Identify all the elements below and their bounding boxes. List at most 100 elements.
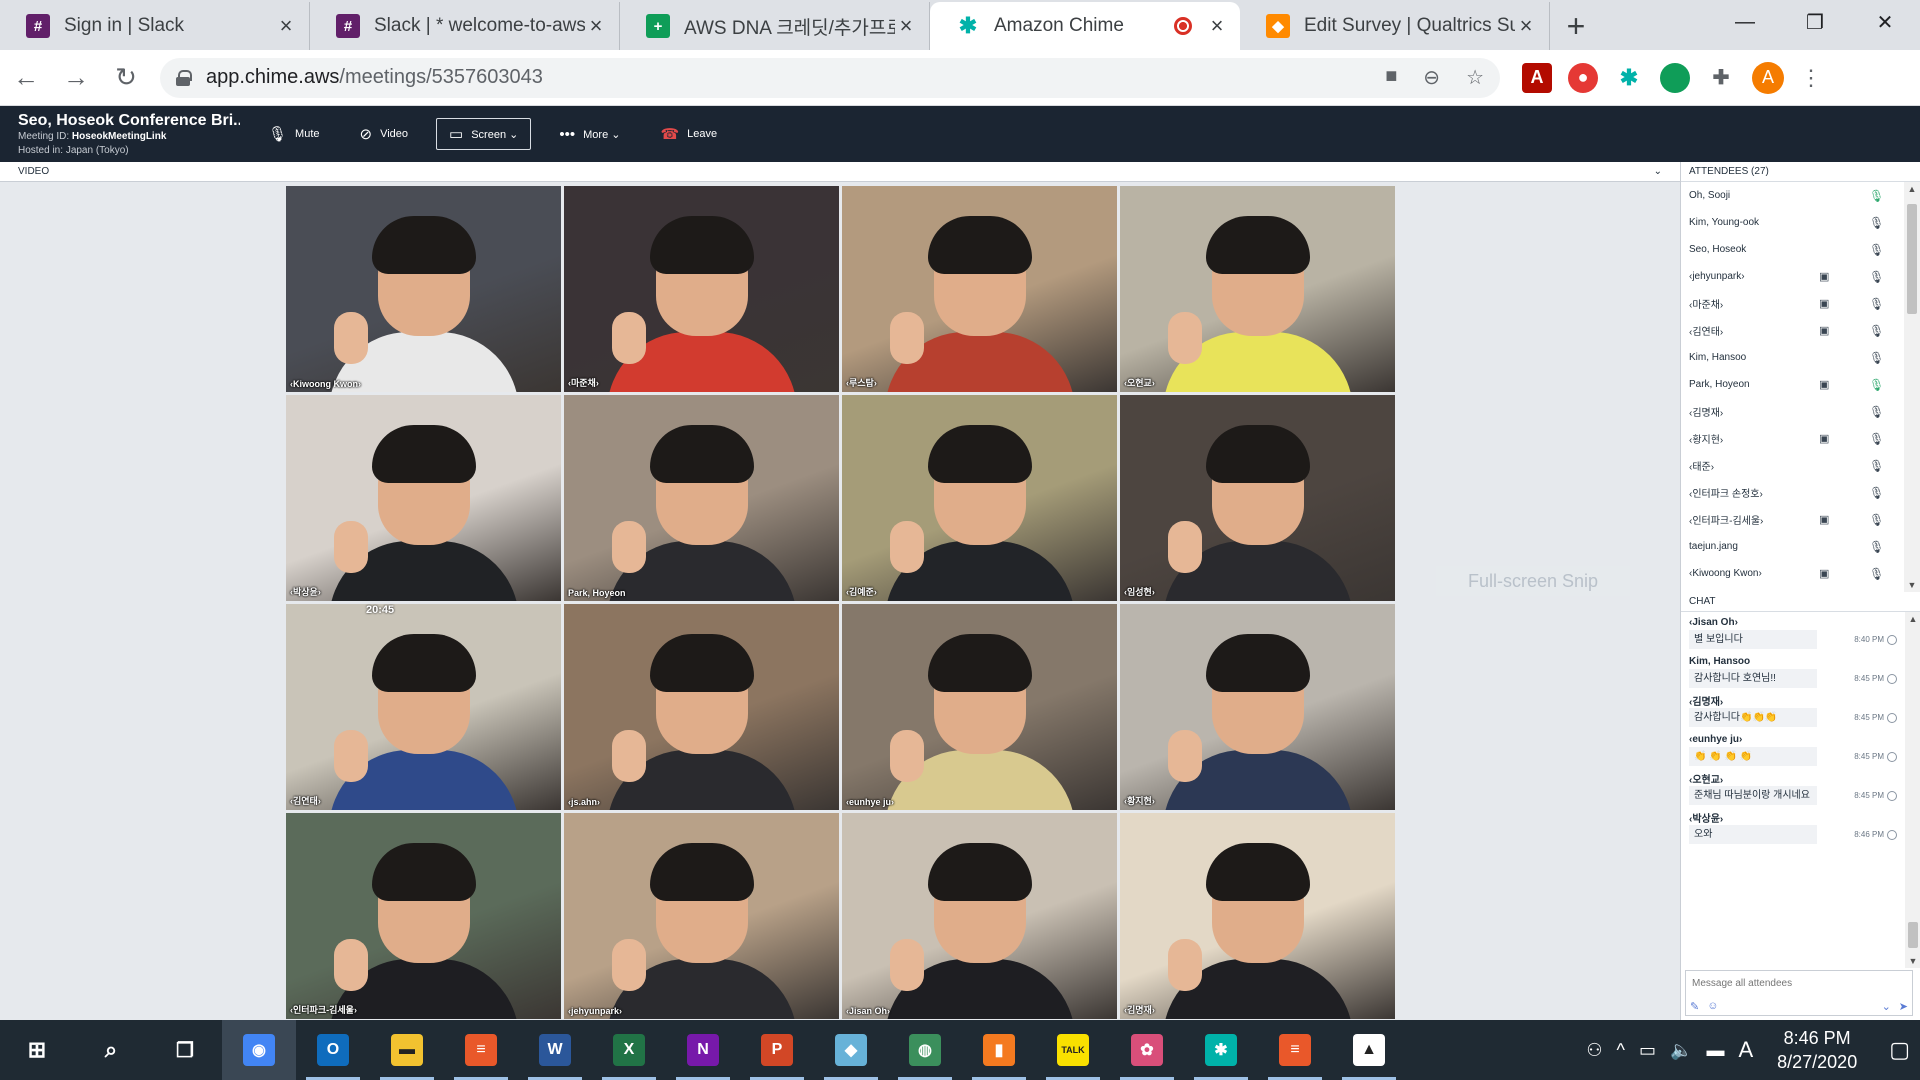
microphone-icon[interactable]: 🎙 [1869, 432, 1884, 446]
scroll-up-icon[interactable]: ▲ [1905, 614, 1920, 624]
taskbar-app[interactable]: ✿ [1110, 1020, 1184, 1080]
attendee-row[interactable]: Oh, Sooji 🎙 [1681, 182, 1920, 209]
microphone-icon[interactable]: 🎙 [1869, 459, 1884, 473]
tray-chevron-icon[interactable]: ^ [1617, 1040, 1625, 1061]
volume-icon[interactable]: 🔈 [1670, 1040, 1692, 1061]
browser-tab[interactable]: # Slack | * welcome-to-aws-d × [310, 2, 620, 50]
tab-close-icon[interactable]: × [1515, 13, 1537, 39]
restore-icon[interactable]: ❐ [1780, 0, 1850, 44]
puzzle-icon[interactable]: ✚ [1706, 63, 1736, 93]
taskbar-app[interactable]: O [296, 1020, 370, 1080]
attendee-row[interactable]: ‹태준› 🎙 [1681, 452, 1920, 479]
microphone-icon[interactable]: 🎙 [1869, 405, 1884, 419]
microphone-icon[interactable]: 🎙 [1869, 351, 1884, 365]
reload-icon[interactable]: ↻ [102, 54, 150, 102]
full-screen-snip-overlay[interactable]: Full-screen Snip [1436, 566, 1630, 596]
video-tile[interactable]: ‹마준채› [564, 186, 839, 392]
record-extension-icon[interactable]: ● [1568, 62, 1598, 93]
attendee-row[interactable]: ‹황지현› ▣ 🎙 [1681, 425, 1920, 452]
attendee-row[interactable]: Kim, Young-ook 🎙 [1681, 209, 1920, 236]
people-icon[interactable]: ⚇ [1586, 1040, 1602, 1061]
minimize-icon[interactable]: — [1710, 0, 1780, 44]
taskbar-app[interactable]: ≡ [1258, 1020, 1332, 1080]
emoji-icon[interactable]: ☺ [1707, 1000, 1718, 1013]
tab-close-icon[interactable]: × [895, 13, 917, 39]
chat-extension-icon[interactable] [1660, 62, 1690, 93]
leave-button[interactable]: ☎ Leave [648, 118, 729, 150]
attendee-row[interactable]: Kim, Hansoo 🎙 [1681, 344, 1920, 371]
attendee-row[interactable]: ‹김연태› ▣ 🎙 [1681, 317, 1920, 344]
video-tile[interactable]: ‹오현교› [1120, 186, 1395, 392]
browser-menu-icon[interactable]: ⋮ [1800, 65, 1822, 91]
video-tile[interactable]: ‹임성현› [1120, 395, 1395, 601]
attendee-row[interactable]: ‹마준채› ▣ 🎙 [1681, 290, 1920, 317]
attach-icon[interactable]: ✎ [1690, 1000, 1699, 1013]
taskbar-app[interactable]: W [518, 1020, 592, 1080]
taskbar-app[interactable]: ◍ [888, 1020, 962, 1080]
tab-close-icon[interactable]: × [1206, 13, 1228, 39]
taskbar-app[interactable]: ≡ [444, 1020, 518, 1080]
taskbar-app[interactable]: ✱ [1184, 1020, 1258, 1080]
network-icon[interactable]: ▭ [1639, 1040, 1656, 1061]
pdf-extension-icon[interactable]: A [1522, 62, 1552, 93]
taskbar-app[interactable]: TALK [1036, 1020, 1110, 1080]
taskbar-clock[interactable]: 8:46 PM 8/27/2020 [1777, 1026, 1857, 1074]
camera-icon[interactable]: ■ [1385, 65, 1397, 90]
attendee-row[interactable]: Park, Hoyeon ▣ 🎙 [1681, 371, 1920, 398]
microphone-icon[interactable]: 🎙 [1869, 189, 1884, 203]
attendee-scrollbar[interactable]: ▲ ▼ [1904, 182, 1920, 592]
forward-icon[interactable]: → [52, 54, 100, 102]
microphone-icon[interactable]: 🎙 [1869, 324, 1884, 338]
microphone-icon[interactable]: 🎙 [1869, 513, 1884, 527]
video-tile[interactable]: ‹인터파크-김세울› [286, 813, 561, 1019]
attendee-scroll-thumb[interactable] [1907, 204, 1917, 314]
microphone-icon[interactable]: 🎙 [1869, 216, 1884, 230]
start-button[interactable]: ⊞ [0, 1020, 74, 1080]
video-tile[interactable]: ‹eunhye ju› [842, 604, 1117, 810]
mute-button[interactable]: 🎙 Mute [256, 118, 332, 150]
taskbar-app[interactable]: ▲ [1332, 1020, 1406, 1080]
collapse-chevron-icon[interactable]: ⌄ [1654, 166, 1662, 177]
browser-tab[interactable]: + AWS DNA 크레딧/추가프로 × [620, 2, 930, 50]
battery-icon[interactable]: ▬ [1706, 1040, 1724, 1061]
attendee-row[interactable]: ‹김명재› 🎙 [1681, 398, 1920, 425]
close-window-icon[interactable]: ✕ [1850, 0, 1920, 44]
taskbar-app[interactable]: ▬ [370, 1020, 444, 1080]
scroll-up-icon[interactable]: ▲ [1904, 184, 1920, 194]
taskbar-app[interactable]: ◆ [814, 1020, 888, 1080]
video-tile[interactable]: Park, Hoyeon [564, 395, 839, 601]
screen-share-button[interactable]: ▭ Screen ⌄ [436, 118, 532, 150]
video-tile[interactable]: ‹Kiwoong Kwon› [286, 186, 561, 392]
taskbar-app[interactable]: N [666, 1020, 740, 1080]
profile-avatar[interactable]: A [1752, 61, 1784, 94]
chat-scroll-thumb[interactable] [1908, 922, 1918, 948]
video-tile[interactable]: ‹루스탐› [842, 186, 1117, 392]
microphone-icon[interactable]: 🎙 [1869, 378, 1884, 392]
bookmark-star-icon[interactable]: ☆ [1466, 65, 1484, 90]
taskbar-app[interactable]: ◉ [222, 1020, 296, 1080]
taskbar-app[interactable]: X [592, 1020, 666, 1080]
scroll-down-icon[interactable]: ▼ [1904, 580, 1920, 590]
browser-tab[interactable]: # Sign in | Slack × [0, 2, 310, 50]
taskbar-app[interactable]: P [740, 1020, 814, 1080]
attendee-row[interactable]: ‹Kiwoong Kwon› ▣ 🎙 [1681, 560, 1920, 587]
video-tile[interactable]: ‹박상윤› [286, 395, 561, 601]
attendee-row[interactable]: Seo, Hoseok 🎙 [1681, 236, 1920, 263]
attendee-row[interactable]: ‹jehyunpark› ▣ 🎙 [1681, 263, 1920, 290]
ime-indicator[interactable]: A [1738, 1037, 1753, 1063]
attendee-row[interactable]: ‹인터파크-김세울› ▣ 🎙 [1681, 506, 1920, 533]
browser-tab[interactable]: ◆ Edit Survey | Qualtrics Surv × [1240, 2, 1550, 50]
microphone-icon[interactable]: 🎙 [1869, 243, 1884, 257]
address-bar[interactable]: app.chime.aws/meetings/5357603043 ■ ⊖ ☆ [160, 57, 1500, 98]
send-icon[interactable]: ➤ [1899, 1000, 1908, 1013]
microphone-icon[interactable]: 🎙 [1869, 486, 1884, 500]
video-tile[interactable]: ‹황지현› [1120, 604, 1395, 810]
video-tile[interactable]: ‹김예준› [842, 395, 1117, 601]
video-tile[interactable]: ‹js.ahn› [564, 604, 839, 810]
video-tile[interactable]: ‹jehyunpark› [564, 813, 839, 1019]
task-view-button[interactable]: ❐ [148, 1020, 222, 1080]
tab-close-icon[interactable]: × [275, 13, 297, 39]
more-button[interactable]: ••• More ⌄ [547, 118, 632, 150]
microphone-icon[interactable]: 🎙 [1869, 270, 1884, 284]
browser-tab[interactable]: ✱ Amazon Chime × [930, 2, 1240, 50]
